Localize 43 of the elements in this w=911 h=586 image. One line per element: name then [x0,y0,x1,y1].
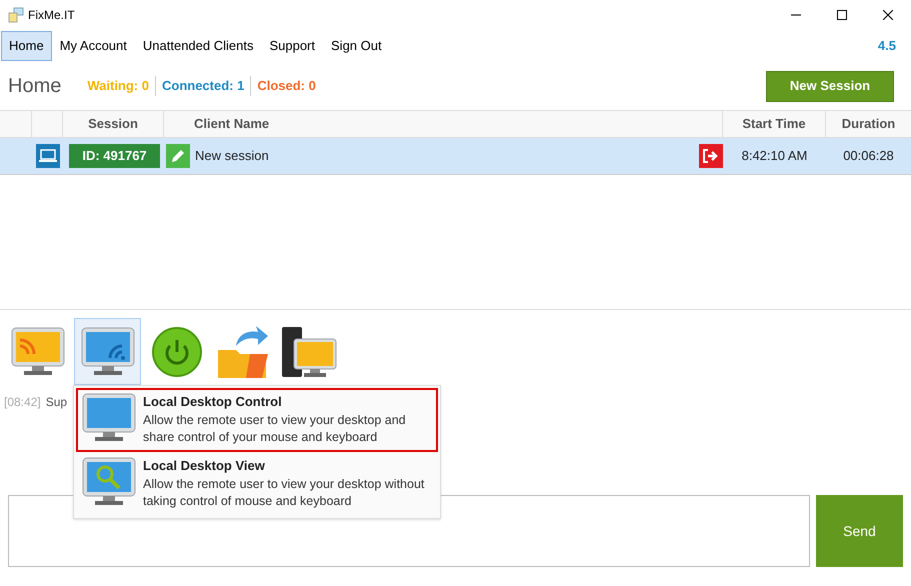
folder-arrow-icon [216,324,270,380]
column-header: Session [63,111,164,137]
menu-tab[interactable]: Home [1,31,52,61]
menu-tab[interactable]: Sign Out [323,31,390,61]
monitor-magnifier-icon [81,456,137,508]
duration-cell-text: 00:06:28 [842,147,895,166]
chat-message: Sup [46,394,68,411]
client-name-cell-text: New session [195,147,269,166]
monitor-icon [81,392,137,444]
dropdown-item[interactable]: Local Desktop View Allow the remote user to view your desktop without taking control of mouse and keyboard [76,452,438,516]
item-description: Allow the remote user to view your desktop without taking control of mouse and keyboard [143,476,426,510]
edit-button[interactable] [166,144,190,168]
laptop-icon [36,144,60,168]
column-header: Start Time [723,111,826,137]
power-icon [151,326,203,378]
maximize-icon [837,10,847,20]
item-title: Local Desktop View [143,457,266,475]
pencil-icon [170,148,186,164]
window-title: FixMe.IT [28,7,75,24]
monitor-signal-icon [10,326,66,378]
menu-tab[interactable]: Support [261,31,324,61]
item-description: Allow the remote user to view your desktop and share control of your mouse and keyboard [143,412,407,446]
session-id-badge: ID: 491767 [69,144,160,168]
version-label: 4.5 [878,37,896,56]
column-header: Duration [840,115,896,134]
chat-timestamp: [08:42] [4,394,41,411]
start-time-cell-text: 8:42:10 AM [740,147,808,166]
status-count: Closed: 0 [250,76,322,96]
close-icon [883,10,893,20]
menu-tab[interactable]: Unattended Clients [134,31,262,61]
column-header: Client Name [164,111,723,137]
computer-icon [280,324,338,378]
disconnect-button[interactable] [699,144,723,168]
app-logo-icon [8,7,24,23]
dropdown-item[interactable]: Local Desktop Control Allow the remote user to view your desktop and share control of your mouse and keyboard [76,388,438,452]
monitor-signal-icon [80,326,136,378]
session-row[interactable]: ID: 491767 New session 8:42:10 AM 00:06:28 [0,138,911,175]
item-title: Local Desktop Control [143,393,283,411]
exit-icon [702,148,720,164]
page-title: Home [8,74,62,99]
status-count: Connected: 1 [154,76,250,96]
status-count: Waiting: 0 [86,77,150,96]
menu-tab[interactable]: My Account [52,31,135,61]
